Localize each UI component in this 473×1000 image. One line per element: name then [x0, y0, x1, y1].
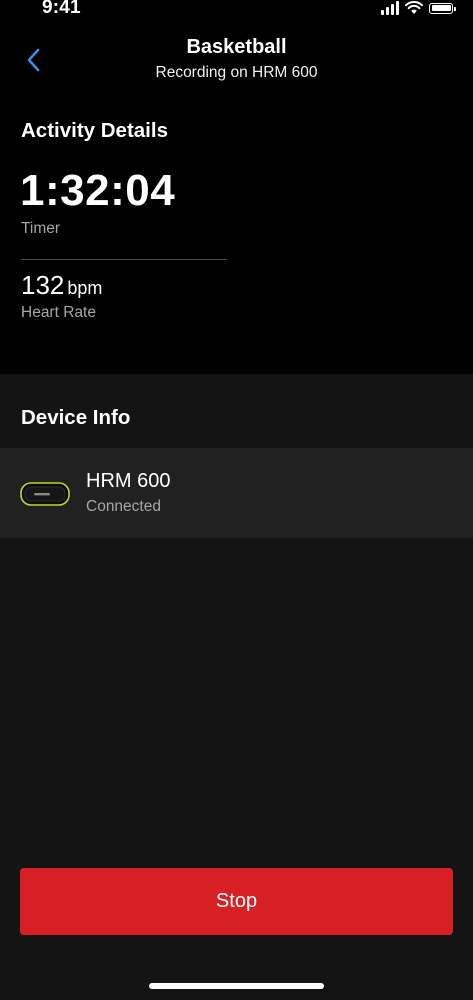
page-title: Basketball	[186, 36, 287, 58]
heart-rate-label: Heart Rate	[21, 304, 96, 321]
wifi-icon	[405, 1, 423, 14]
device-row[interactable]	[0, 448, 473, 538]
activity-details-heading: Activity Details	[21, 119, 168, 142]
device-info-heading: Device Info	[21, 406, 131, 429]
divider	[21, 259, 227, 260]
heart-rate-unit: bpm	[67, 278, 103, 298]
heart-rate-monitor-icon	[20, 482, 70, 506]
timer-label: Timer	[21, 220, 61, 237]
home-indicator[interactable]	[149, 983, 324, 989]
heart-rate-value: 132	[21, 270, 65, 300]
timer-value: 1:32:04	[20, 166, 176, 215]
device-status: Connected	[86, 498, 161, 515]
status-time: 9:41	[42, 0, 81, 18]
status-icons	[381, 0, 456, 16]
device-name: HRM 600	[86, 470, 171, 492]
stop-button[interactable]: Stop	[20, 868, 453, 935]
status-bar: 9:41	[0, 0, 473, 22]
page-subtitle: Recording on HRM 600	[155, 64, 318, 81]
heart-rate-readout: 132 bpm	[21, 270, 102, 301]
cellular-signal-icon	[381, 1, 399, 15]
battery-icon	[429, 2, 456, 14]
